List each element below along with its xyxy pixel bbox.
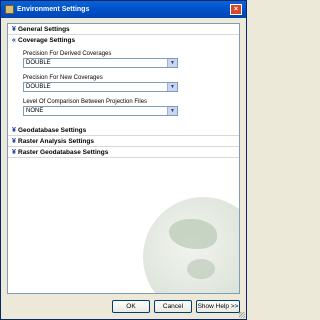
chevron-double-up-icon: « — [12, 36, 16, 44]
cancel-button[interactable]: Cancel — [154, 299, 192, 313]
precision-derived-dropdown[interactable]: DOUBLE ▼ — [23, 58, 178, 68]
environment-settings-window: Environment Settings × ¥ General Setting… — [0, 0, 247, 320]
precision-derived-value: DOUBLE — [26, 60, 51, 66]
section-label: Coverage Settings — [18, 36, 76, 44]
chevron-double-down-icon: ¥ — [12, 148, 16, 156]
dropdown-arrow-icon[interactable]: ▼ — [167, 59, 177, 67]
window-title: Environment Settings — [17, 6, 90, 13]
comparison-level-value: NONE — [26, 108, 44, 114]
section-label: Raster Geodatabase Settings — [18, 148, 109, 156]
section-label: Geodatabase Settings — [18, 126, 87, 134]
environment-settings-icon — [5, 5, 14, 14]
dropdown-arrow-icon[interactable]: ▼ — [167, 107, 177, 115]
resize-grip-icon[interactable] — [239, 312, 245, 318]
precision-new-dropdown[interactable]: DOUBLE ▼ — [23, 82, 178, 92]
dropdown-arrow-icon[interactable]: ▼ — [167, 83, 177, 91]
precision-new-value: DOUBLE — [26, 84, 51, 90]
section-label: General Settings — [18, 25, 70, 33]
section-raster-analysis-settings[interactable]: ¥ Raster Analysis Settings — [8, 136, 239, 147]
section-geodatabase-settings[interactable]: ¥ Geodatabase Settings — [8, 125, 239, 136]
ok-button[interactable]: OK — [112, 299, 150, 313]
comparison-level-label: Level Of Comparison Between Projection F… — [23, 99, 148, 105]
title-bar[interactable]: Environment Settings × — [1, 1, 246, 18]
close-button[interactable]: × — [230, 4, 242, 15]
settings-panel[interactable]: ¥ General Settings « Coverage Settings P… — [7, 23, 240, 294]
dialog-footer: OK Cancel Show Help >> — [1, 293, 246, 319]
globe-watermark-icon — [143, 197, 239, 293]
chevron-double-down-icon: ¥ — [12, 137, 16, 145]
section-label: Raster Analysis Settings — [18, 137, 94, 145]
chevron-double-down-icon: ¥ — [12, 126, 16, 134]
precision-new-label: Precision For New Coverages — [23, 75, 103, 81]
show-help-button[interactable]: Show Help >> — [196, 299, 240, 313]
chevron-double-down-icon: ¥ — [12, 25, 16, 33]
precision-derived-label: Precision For Derived Coverages — [23, 51, 112, 57]
comparison-level-dropdown[interactable]: NONE ▼ — [23, 106, 178, 116]
section-general-settings[interactable]: ¥ General Settings — [8, 24, 239, 35]
section-coverage-settings[interactable]: « Coverage Settings — [8, 35, 239, 45]
section-raster-geodatabase-settings[interactable]: ¥ Raster Geodatabase Settings — [8, 147, 239, 158]
coverage-settings-panel: Precision For Derived Coverages DOUBLE ▼… — [8, 45, 239, 125]
